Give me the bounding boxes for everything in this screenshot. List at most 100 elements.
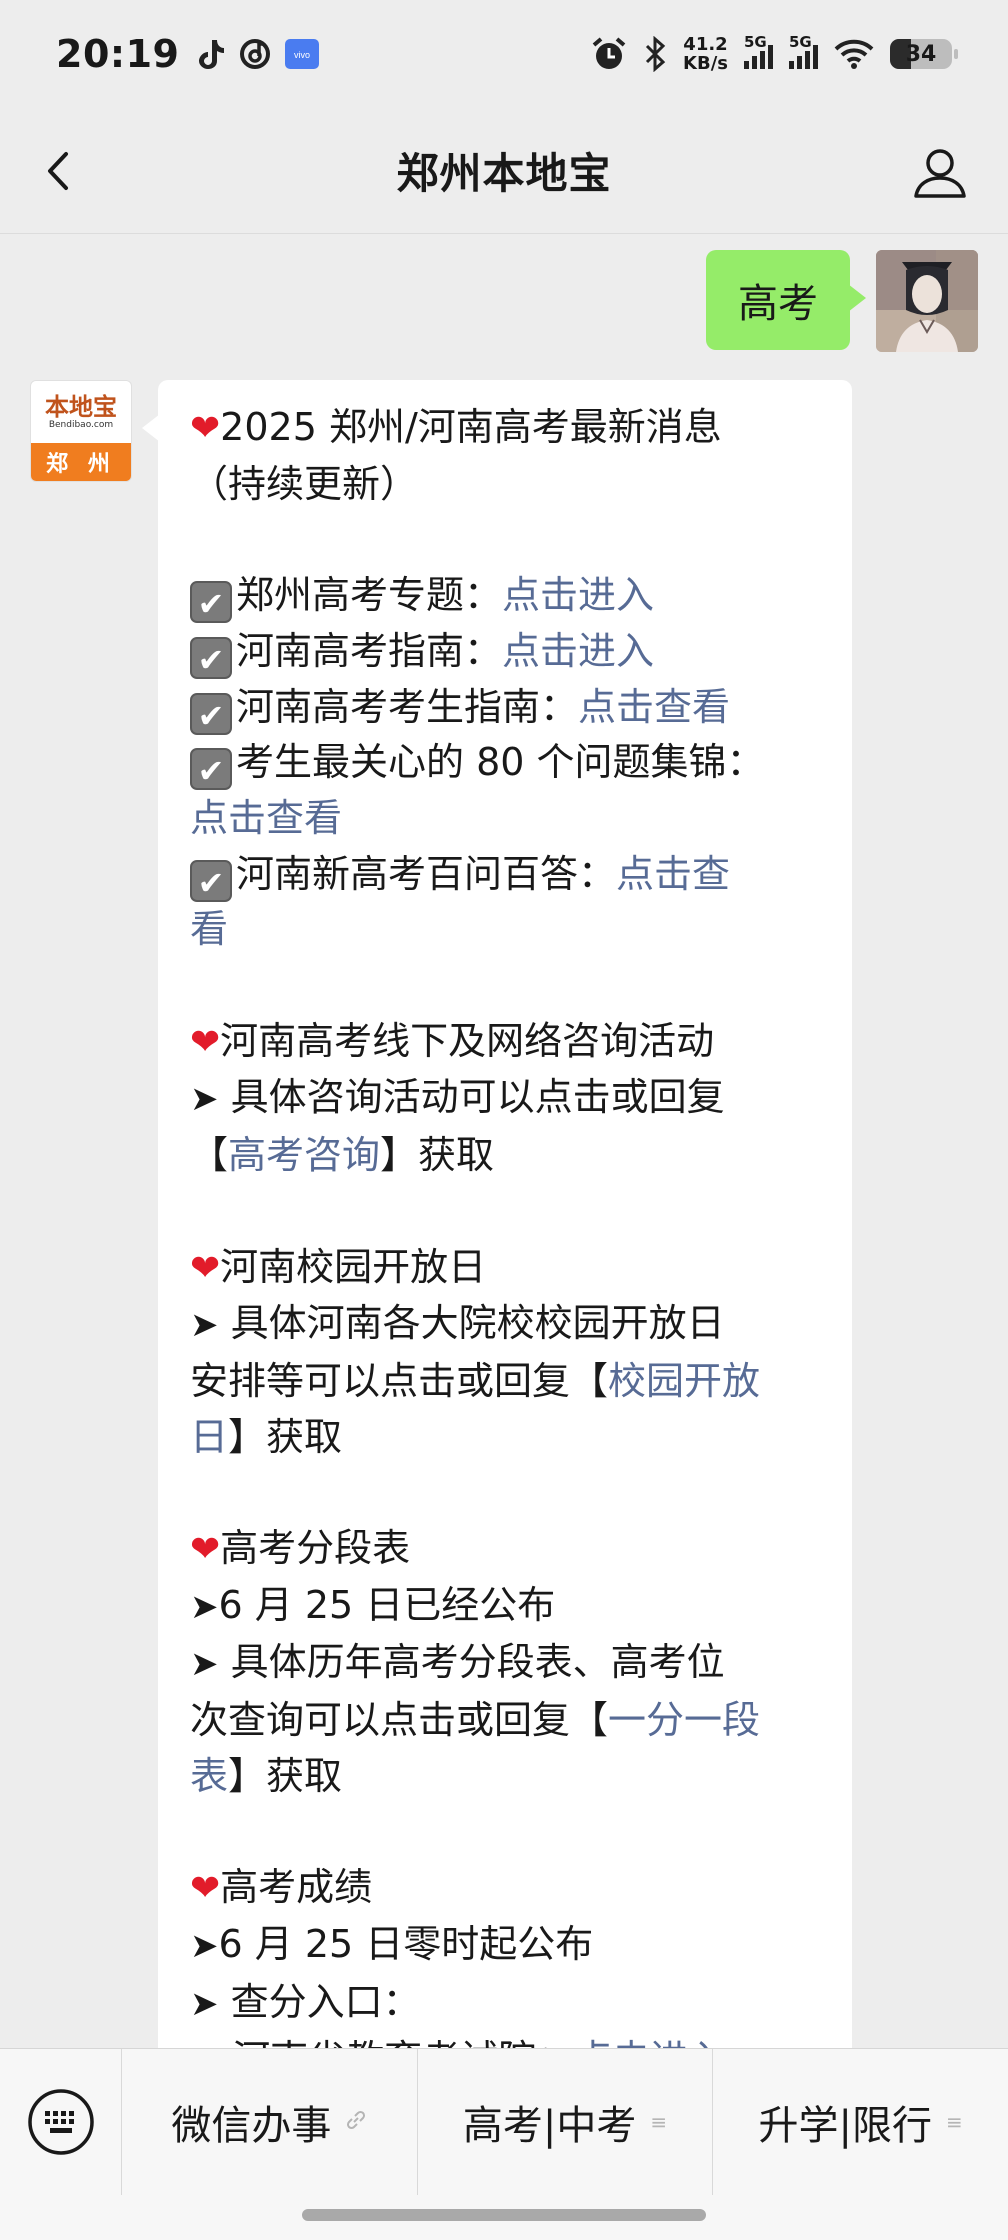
status-right: 41.2 KB/s 5G 5G 34 bbox=[591, 33, 958, 73]
menu-item-admission-traffic[interactable]: 升学|限行 ≡ bbox=[712, 2049, 1008, 2195]
section-text: 查分入口： bbox=[230, 1979, 421, 2024]
tiktok-icon bbox=[199, 40, 225, 69]
menu-row: 微信办事 高考|中考 ≡ 升学|限行 ≡ bbox=[0, 2049, 1008, 2195]
reply-line: ✔ 河南高考指南：点击进入 bbox=[190, 624, 824, 680]
section-text: 】获取 bbox=[228, 1414, 343, 1459]
reply-line: ✔ 郑州高考专题：点击进入 bbox=[190, 568, 824, 624]
section-text: 6 月 25 日零时起公布 bbox=[218, 1921, 594, 1966]
sim2-label: 5G bbox=[789, 33, 812, 51]
section-text: 安排等可以点击或回复【 bbox=[190, 1358, 609, 1403]
profile-icon[interactable] bbox=[912, 146, 968, 200]
section-text: 具体历年高考分段表、高考位 bbox=[230, 1640, 725, 1685]
incoming-message-bubble[interactable]: ❤2025 郑州/河南高考最新消息 （持续更新） ✔ 郑州高考专题：点击进入 ✔ 河… bbox=[142, 380, 852, 2048]
outgoing-message-bubble[interactable]: 高考 bbox=[706, 250, 866, 350]
music-icon bbox=[240, 39, 271, 69]
bracket: 【 bbox=[190, 1133, 229, 1178]
chat-area[interactable]: 高考 本地宝 Bendibao.com 郑 州 ❤2025 郑州/河南高考最新消… bbox=[0, 234, 1008, 2048]
signal-icon: 5G bbox=[789, 33, 818, 69]
net-speed-value: 41.2 bbox=[683, 34, 728, 55]
page-title: 郑州本地宝 bbox=[396, 149, 612, 198]
reply-title: 2025 郑州/河南高考最新消息 bbox=[220, 405, 722, 449]
check-icon: ✔ bbox=[190, 748, 232, 791]
menu-item-label: 升学|限行 bbox=[758, 2103, 933, 2149]
reply-line: ✔ 河南高考考生指南：点击查看 bbox=[190, 680, 824, 736]
menu-item-label: 微信办事 bbox=[171, 2103, 332, 2149]
section-title: 高考成绩 bbox=[220, 1865, 373, 1910]
link-80-questions[interactable]: 点击查看 bbox=[190, 796, 342, 840]
section-text: 具体河南各大院校校园开放日 bbox=[230, 1301, 725, 1346]
status-bar: 20:19 vivo 41.2 KB/s 5G 5G 34 bbox=[0, 0, 1008, 108]
reply-line: ➤ 查分入口： bbox=[190, 1975, 824, 2033]
link-faq[interactable]: 点击查 bbox=[616, 852, 730, 896]
outgoing-message-text: 高考 bbox=[738, 281, 818, 327]
heart-icon: ❤ bbox=[190, 1021, 221, 1063]
alarm-icon bbox=[592, 37, 626, 69]
svg-text:vivo: vivo bbox=[294, 50, 310, 60]
reply-line: ✔ 考生最关心的 80 个问题集锦： bbox=[190, 735, 824, 791]
heart-icon: ❤ bbox=[190, 408, 221, 449]
reply-line: ❤河南高考线下及网络咨询活动 bbox=[190, 1014, 824, 1071]
reply-subtitle: （持续更新） bbox=[190, 461, 419, 506]
menu-item-wechat-services[interactable]: 微信办事 bbox=[122, 2049, 417, 2195]
item-text: 河南高考考生指南： bbox=[236, 684, 579, 729]
link-exam-authority[interactable]: 点击进入 bbox=[574, 2037, 726, 2048]
back-icon[interactable] bbox=[36, 146, 84, 196]
bluetooth-icon bbox=[645, 36, 666, 72]
link-score-table[interactable]: 一分一段 bbox=[608, 1698, 760, 1742]
link-open-day[interactable]: 日 bbox=[190, 1415, 228, 1459]
nav-bar: 郑州本地宝 bbox=[0, 108, 1008, 234]
arrow-icon: ➤ bbox=[190, 1983, 219, 2024]
link-zhengzhou-topic[interactable]: 点击进入 bbox=[502, 573, 654, 617]
link-henan-guide[interactable]: 点击进入 bbox=[502, 629, 654, 673]
link-faq[interactable]: 看 bbox=[190, 907, 228, 951]
brand-name: 本地宝 bbox=[45, 391, 117, 421]
heart-icon: ❤ bbox=[190, 1529, 221, 1570]
vivo-icon: vivo bbox=[285, 39, 320, 69]
arrow-icon: ➤ bbox=[190, 1586, 219, 1627]
keyboard-icon bbox=[27, 2089, 94, 2155]
section-text: 河南省教育考试院： bbox=[232, 2037, 574, 2048]
sim1-label: 5G bbox=[744, 33, 767, 51]
battery-level: 34 bbox=[905, 41, 937, 67]
user-avatar[interactable] bbox=[876, 250, 978, 352]
reply-line: 次查询可以点击或回复【一分一段 bbox=[190, 1693, 824, 1749]
submenu-icon: ≡ bbox=[650, 2110, 668, 2134]
check-icon: ✔ bbox=[190, 581, 232, 624]
arrow-icon: ➤ bbox=[190, 1644, 219, 1685]
menu-item-label: 高考|中考 bbox=[462, 2103, 637, 2149]
section-text: 】获取 bbox=[380, 1133, 495, 1178]
net-speed: 41.2 KB/s bbox=[683, 35, 728, 73]
item-text: 郑州高考专题： bbox=[236, 573, 503, 618]
submenu-icon: ≡ bbox=[946, 2110, 963, 2134]
link-consult[interactable]: 高考咨询 bbox=[228, 1133, 380, 1177]
menu-item-exams[interactable]: 高考|中考 ≡ bbox=[416, 2049, 713, 2195]
keyboard-toggle-button[interactable] bbox=[0, 2049, 122, 2195]
outgoing-message-row: 高考 bbox=[706, 250, 978, 352]
item-text: 河南新高考百问百答： bbox=[236, 851, 617, 896]
notification-icons: vivo bbox=[195, 38, 320, 70]
link-candidate-guide[interactable]: 点击查看 bbox=[578, 685, 730, 729]
brand-url: Bendibao.com bbox=[48, 419, 114, 430]
incoming-message-row: 本地宝 Bendibao.com 郑 州 ❤2025 郑州/河南高考最新消息 （… bbox=[30, 380, 852, 2048]
link-open-day[interactable]: 校园开放 bbox=[608, 1359, 760, 1403]
reply-line: ❤2025 郑州/河南高考最新消息 bbox=[190, 400, 824, 457]
section-text: 具体咨询活动可以点击或回复 bbox=[230, 1075, 725, 1120]
section-text: 次查询可以点击或回复【 bbox=[190, 1698, 609, 1743]
signal-icon: 5G bbox=[744, 33, 773, 69]
section-title: 河南高考线下及网络咨询活动 bbox=[220, 1018, 715, 1063]
heart-icon: ❤ bbox=[190, 1247, 221, 1289]
link-score-table[interactable]: 表 bbox=[190, 1754, 228, 1798]
reply-line: ➤ 具体河南各大院校校园开放日 bbox=[190, 1296, 824, 1354]
brand-avatar[interactable]: 本地宝 Bendibao.com 郑 州 bbox=[30, 380, 132, 482]
section-title: 河南校园开放日 bbox=[220, 1244, 487, 1289]
reply-line: 安排等可以点击或回复【校园开放 bbox=[190, 1354, 824, 1410]
home-indicator[interactable] bbox=[302, 2209, 706, 2221]
arrow-icon: ➤ bbox=[190, 1305, 219, 1346]
status-time: 20:19 bbox=[56, 32, 180, 76]
reply-line: ➤ 具体历年高考分段表、高考位 bbox=[190, 1635, 824, 1693]
